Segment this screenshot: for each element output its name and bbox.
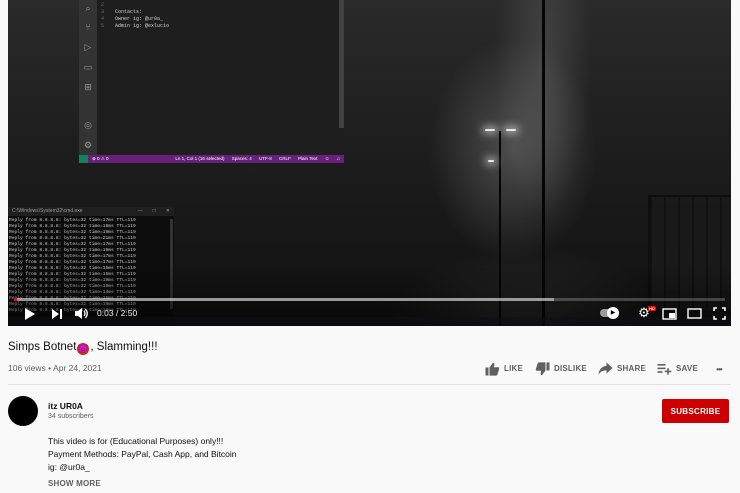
video-meta: 106 views • Apr 24, 2021: [8, 363, 102, 373]
devil-emoji-icon: 😈: [77, 343, 90, 355]
progress-played: [14, 298, 17, 301]
account-icon: ◎: [84, 120, 92, 130]
vscode-editor: 2 3 Contacts: 4 Owner ig: @ur0a_ 5 Admin ig…: [101, 2, 331, 152]
share-button[interactable]: SHARE: [598, 360, 646, 378]
skip-next-icon: [52, 308, 62, 319]
source-control-icon: ⑂: [85, 22, 91, 32]
autoplay-toggle[interactable]: ▶: [600, 307, 619, 319]
time-total: 2:50: [120, 308, 138, 318]
more-actions-button[interactable]: •••: [712, 362, 726, 376]
terminal-titlebar: C:\Windows\System32\cmd.exe — □ ✕: [8, 207, 174, 216]
youtube-watch-page: ⌕ ⑂ ▷ ▭ ⊞ ◎ ⚙ 2 3 Contacts: 4 Owner ig: @u…: [0, 0, 740, 493]
street-lamp: [485, 129, 495, 131]
miniplayer-button[interactable]: [661, 305, 677, 321]
time-display: 0:03 / 2:50: [97, 308, 138, 318]
theater-mode-button[interactable]: [686, 305, 702, 321]
search-icon: ⌕: [85, 3, 91, 13]
subscriber-count: 34 subscribers: [48, 413, 94, 420]
share-icon: [598, 362, 613, 375]
remote-icon: [79, 155, 88, 163]
bell-icon: ♫: [336, 156, 340, 161]
show-more-button[interactable]: SHOW MORE: [48, 478, 101, 489]
theater-icon: [686, 308, 702, 319]
thumbs-down-icon: [535, 362, 550, 376]
save-button[interactable]: SAVE: [657, 360, 698, 378]
play-icon: [25, 307, 35, 320]
terminal-title: C:\Windows\System32\cmd.exe: [12, 208, 83, 214]
divider: [8, 384, 731, 385]
miniplayer-icon: [661, 307, 677, 320]
editor-line: 2: [101, 2, 105, 8]
like-button[interactable]: LIKE: [485, 360, 523, 378]
close-icon: ✕: [165, 208, 170, 214]
view-count: 106 views: [8, 363, 46, 373]
channel-name[interactable]: itz UR0A: [48, 401, 83, 412]
status-items: Ln 1, Col 1 (16 selected) Spaces: 4 UTF-…: [175, 156, 340, 161]
vscode-status-bar: ⊗ 0 ⚠ 0 Ln 1, Col 1 (16 selected) Spaces…: [79, 155, 344, 163]
progress-bar[interactable]: [14, 298, 725, 301]
hd-badge: HD: [648, 306, 656, 311]
feedback-icon: ☺: [324, 156, 330, 161]
editor-line: 3 Contacts:: [101, 9, 143, 15]
street-lamp: [506, 129, 516, 131]
remote-explorer-icon: ▭: [83, 62, 93, 72]
play-button[interactable]: [23, 305, 37, 321]
problems-count: ⊗ 0 ⚠ 0: [92, 156, 109, 161]
vscode-scrollbar: [339, 0, 344, 128]
volume-button[interactable]: [73, 305, 89, 321]
more-icon: •••: [716, 365, 722, 374]
gear-icon: ⚙: [83, 140, 93, 150]
video-title: Simps Botnet 😈, Slamming!!!: [8, 341, 158, 355]
street-lamp: [488, 160, 494, 162]
thumbs-up-icon: [485, 362, 500, 376]
time-current: 0:03: [97, 308, 114, 318]
channel-avatar[interactable]: [8, 396, 38, 426]
window-controls: — □ ✕: [128, 207, 170, 216]
editor-line: 5 Admin ig: @exlucio: [101, 23, 170, 29]
vscode-window: ⌕ ⑂ ▷ ▭ ⊞ ◎ ⚙ 2 3 Contacts: 4 Owner ig: @u…: [79, 0, 344, 163]
vscode-activity-bar: ⌕ ⑂ ▷ ▭ ⊞ ◎ ⚙: [79, 0, 97, 155]
extensions-icon: ⊞: [84, 82, 92, 92]
maximize-icon: □: [152, 208, 156, 214]
upload-date: Apr 24, 2021: [53, 363, 102, 373]
editor-line: 4 Owner ig: @ur0a_: [101, 16, 164, 22]
volume-icon: [74, 308, 88, 320]
autoplay-play-icon: ▶: [607, 307, 619, 319]
fullscreen-button[interactable]: [711, 305, 727, 321]
fullscreen-icon: [712, 307, 726, 320]
subscribe-button[interactable]: SUBSCRIBE: [662, 399, 729, 423]
next-button[interactable]: [50, 305, 64, 321]
minimize-icon: —: [137, 208, 143, 214]
progress-loaded: [14, 298, 554, 301]
video-player[interactable]: ⌕ ⑂ ▷ ▭ ⊞ ◎ ⚙ 2 3 Contacts: 4 Owner ig: @u…: [8, 0, 731, 326]
video-description: This video is for (Educational Purposes)…: [48, 436, 237, 472]
dislike-button[interactable]: DISLIKE: [535, 360, 587, 378]
run-debug-icon: ▷: [84, 42, 92, 52]
playlist-add-icon: [657, 363, 672, 375]
